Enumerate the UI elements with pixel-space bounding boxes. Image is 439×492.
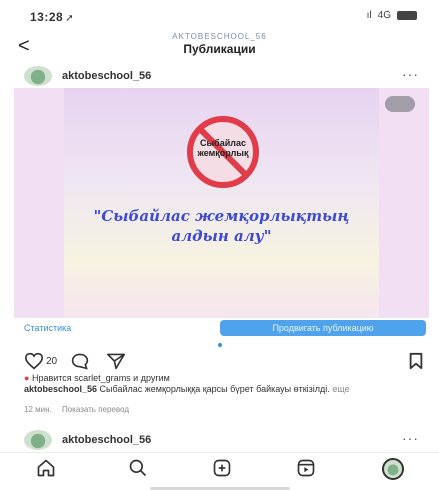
stats-row: Статистика Продвигать публикацию (0, 320, 439, 338)
carousel-counter (385, 96, 415, 112)
bottom-tab-bar (0, 452, 439, 482)
status-time: 13:28 ➚ (30, 10, 75, 24)
reels-icon[interactable] (296, 458, 316, 478)
post-header: aktobeschool_56 ··· (0, 62, 439, 88)
page-header: < AKTOBESCHOOL_56 Публикации (0, 30, 439, 60)
caption-username[interactable]: aktobeschool_56 (24, 384, 97, 394)
profile-avatar-icon[interactable] (382, 458, 404, 480)
status-indicators: ıl 4G (367, 10, 417, 21)
next-post-header: aktobeschool_56 ··· (0, 426, 439, 450)
header-account: AKTOBESCHOOL_56 (172, 32, 267, 41)
post-username[interactable]: aktobeschool_56 (62, 434, 151, 446)
post-username[interactable]: aktobeschool_56 (62, 70, 151, 82)
post-meta: 12 мин. Показать перевод (24, 405, 137, 414)
status-bar: 13:28 ➚ ıl 4G (0, 0, 439, 28)
carousel-dot (218, 343, 222, 347)
promote-button[interactable]: Продвигать публикацию (220, 320, 426, 336)
page-title: Публикации (183, 42, 256, 56)
liker-avatar-icon: ● (24, 373, 30, 383)
sign-text: Сыбайлас жемқорлық (197, 138, 249, 158)
translate-link[interactable]: Показать перевод (62, 405, 129, 414)
statistics-link[interactable]: Статистика (24, 323, 71, 333)
avatar[interactable] (24, 430, 52, 450)
signal-icon: ıl (366, 10, 372, 21)
avatar[interactable] (24, 66, 52, 86)
battery-icon (397, 11, 417, 20)
share-icon[interactable] (106, 352, 126, 370)
more-options-button[interactable]: ··· (402, 66, 419, 82)
liked-by[interactable]: ● Нравится scarlet_grams и другим (24, 373, 424, 384)
bookmark-icon[interactable] (408, 352, 424, 370)
more-options-button[interactable]: ··· (402, 430, 419, 446)
home-indicator (150, 487, 290, 490)
post-image[interactable]: Сыбайлас жемқорлық "Сыбайлас жемқорлықты… (14, 88, 429, 318)
post-time: 12 мин. (24, 405, 52, 414)
caption-more-link[interactable]: еще (332, 384, 349, 394)
like-heart-icon[interactable] (24, 352, 44, 370)
network-label: 4G (377, 10, 391, 21)
post-caption: ● Нравится scarlet_grams и другим aktobe… (24, 373, 424, 395)
post-slogan: "Сыбайлас жемқорлықтың алдын алу" (93, 207, 350, 245)
post-actions: 20 (0, 350, 439, 372)
home-icon[interactable] (36, 458, 56, 478)
caption-body: Сыбайлас жемқорлыққа қарсы бүрет байкауы… (99, 384, 330, 394)
create-post-icon[interactable] (212, 458, 232, 478)
caption-text: aktobeschool_56 Сыбайлас жемқорлыққа қар… (24, 384, 424, 395)
search-icon[interactable] (128, 458, 148, 478)
likes-count: 20 (46, 356, 58, 367)
comment-icon[interactable] (70, 352, 90, 370)
